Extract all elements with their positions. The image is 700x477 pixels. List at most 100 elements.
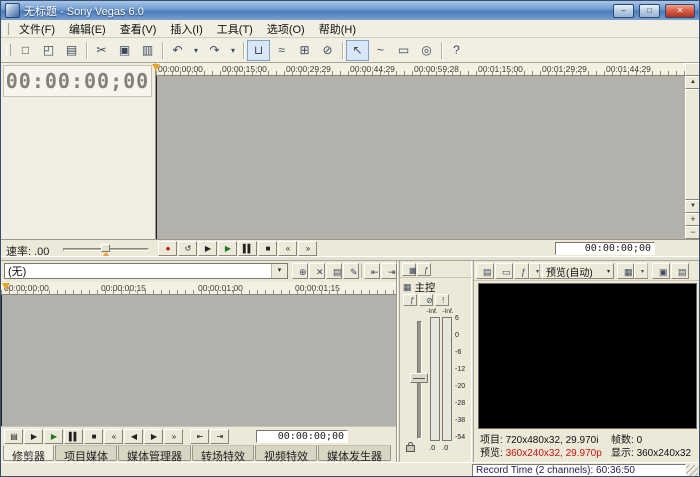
normal-edit-tool-button[interactable]: ↖: [346, 40, 369, 61]
zoom-edit-tool-button[interactable]: ◎: [415, 40, 438, 61]
copy-snapshot-button[interactable]: ▣: [652, 263, 670, 279]
timeline-area[interactable]: 00:00:00;00 00:00:15;00 00:00:29;29 00:0…: [156, 63, 685, 239]
tab-media-manager[interactable]: 媒体管理器: [118, 445, 191, 461]
copy-button[interactable]: ▣: [113, 40, 136, 61]
tab-media-generators[interactable]: 媒体发生器: [318, 445, 391, 461]
trimmer-cursor-marker[interactable]: [2, 283, 10, 290]
insert-audio-bus-button[interactable]: ▦: [402, 263, 416, 276]
maximize-button[interactable]: □: [639, 4, 660, 18]
play-button[interactable]: ▶: [218, 241, 237, 256]
trimmer-play-button[interactable]: ▶: [44, 429, 63, 444]
menu-help[interactable]: 帮助(H): [312, 19, 363, 39]
undo-dropdown-arrow[interactable]: ▾: [189, 40, 203, 61]
overlay-options-button[interactable]: ▦: [617, 263, 634, 279]
selection-end-button[interactable]: ⇥: [210, 429, 229, 444]
enable-snapping-button[interactable]: ⊔: [247, 40, 270, 61]
master-fader-handle[interactable]: [410, 373, 428, 383]
redo-dropdown-arrow[interactable]: ▾: [226, 40, 240, 61]
master-mute-button[interactable]: ⊘: [419, 294, 433, 306]
trimmer-body[interactable]: [1, 295, 396, 426]
close-button[interactable]: ✕: [665, 4, 695, 18]
menubar-grip[interactable]: [4, 23, 9, 35]
overlay-options-dropdown-arrow[interactable]: ▾: [634, 263, 648, 279]
trimmer-go-to-start-button[interactable]: «: [104, 429, 123, 444]
menu-tools[interactable]: 工具(T): [210, 19, 260, 39]
trimmer-time-display[interactable]: 00:00:00;00: [256, 430, 348, 443]
redo-button[interactable]: ↷: [203, 40, 226, 61]
transfer-selection-left-button[interactable]: ⇤: [364, 263, 380, 279]
ignore-event-grouping-button[interactable]: ⊘: [316, 40, 339, 61]
menu-insert[interactable]: 插入(I): [163, 19, 209, 39]
trimmer-pause-button[interactable]: ▌▌: [64, 429, 83, 444]
transfer-selection-right-button[interactable]: ⇥: [381, 263, 397, 279]
timeline-corner-button[interactable]: [685, 63, 700, 76]
previous-frame-button[interactable]: ◀: [124, 429, 143, 444]
track-zoom-out-button[interactable]: −: [685, 226, 700, 239]
tab-video-fx[interactable]: 视频特效: [255, 445, 317, 461]
scroll-down-button[interactable]: ▼: [685, 200, 700, 213]
tab-project-media[interactable]: 项目媒体: [55, 445, 117, 461]
timeline-ruler[interactable]: 00:00:00;00 00:00:15;00 00:00:29;29 00:0…: [156, 63, 685, 76]
whats-this-help-button[interactable]: ?: [445, 40, 468, 61]
pause-button[interactable]: ▌▌: [238, 241, 257, 256]
timecode-display[interactable]: 00:00:00;00: [3, 65, 152, 97]
master-solo-button[interactable]: !: [435, 294, 449, 306]
window-resize-grip[interactable]: [686, 465, 698, 477]
timeline-cursor-marker[interactable]: [152, 64, 160, 71]
go-to-start-button[interactable]: «: [278, 241, 297, 256]
tab-trimmer[interactable]: 修剪器: [3, 445, 54, 461]
open-project-button[interactable]: ◰: [37, 40, 60, 61]
external-monitor-button[interactable]: ▭: [495, 263, 513, 279]
selection-start-button[interactable]: ⇤: [190, 429, 209, 444]
next-frame-button[interactable]: ▶: [144, 429, 163, 444]
save-project-button[interactable]: ▤: [60, 40, 83, 61]
trimmer-go-to-end-button[interactable]: »: [164, 429, 183, 444]
save-trimmer-markers-button[interactable]: ▤: [326, 263, 342, 279]
menu-view[interactable]: 查看(V): [113, 19, 164, 39]
scroll-up-button[interactable]: ▲: [685, 76, 700, 89]
auto-ripple-button[interactable]: ≈: [270, 40, 293, 61]
save-snapshot-button[interactable]: ▤: [671, 263, 689, 279]
trimmer-ruler[interactable]: 00:00:00;00 00:00:00;15 00:00:01;00 00:0…: [1, 282, 396, 295]
preview-quality-selector[interactable]: 预览(自动) ▾: [542, 263, 614, 279]
toolbar-grip[interactable]: [6, 44, 11, 56]
cut-button[interactable]: ✂: [90, 40, 113, 61]
trimmer-play-from-start-button[interactable]: ▶: [24, 429, 43, 444]
fader-lock-icon[interactable]: [406, 445, 415, 452]
timeline-vscrollbar[interactable]: ▲ ▼ + −: [685, 63, 700, 239]
stop-button[interactable]: ■: [258, 241, 277, 256]
media-properties-button[interactable]: ⊕: [292, 263, 308, 279]
preview-label: 预览:: [480, 448, 503, 459]
track-zoom-in-button[interactable]: +: [685, 213, 700, 226]
play-from-start-button[interactable]: ▶: [198, 241, 217, 256]
loop-playback-button[interactable]: ↺: [178, 241, 197, 256]
remove-media-button[interactable]: ✕: [309, 263, 325, 279]
menu-options[interactable]: 选项(O): [260, 19, 312, 39]
menu-file[interactable]: 文件(F): [12, 19, 62, 39]
open-in-audio-editor-button[interactable]: ✎: [343, 263, 359, 279]
media-selector-arrow-icon[interactable]: ▾: [271, 264, 287, 278]
lock-envelopes-button[interactable]: ⊞: [293, 40, 316, 61]
scroll-thumb[interactable]: [685, 89, 700, 200]
trimmer-stop-button[interactable]: ■: [84, 429, 103, 444]
envelope-edit-tool-button[interactable]: ~: [369, 40, 392, 61]
go-to-end-button[interactable]: »: [298, 241, 317, 256]
video-output-fx-button[interactable]: ƒ: [514, 263, 529, 279]
record-button[interactable]: ●: [158, 241, 177, 256]
video-output-fx-dropdown-arrow[interactable]: ▾: [529, 263, 543, 279]
selection-edit-tool-button[interactable]: ▭: [392, 40, 415, 61]
trimmer-media-selector[interactable]: (无) ▾: [4, 263, 288, 279]
tab-transitions[interactable]: 转场特效: [192, 445, 254, 461]
menu-edit[interactable]: 编辑(E): [62, 19, 113, 39]
minimize-button[interactable]: –: [613, 4, 634, 18]
new-project-button[interactable]: □: [14, 40, 37, 61]
undo-button[interactable]: ↶: [166, 40, 189, 61]
master-fx-button[interactable]: ƒ: [403, 294, 417, 306]
project-video-properties-button[interactable]: ▤: [476, 263, 494, 279]
insert-assignable-fx-button[interactable]: ƒ: [417, 263, 431, 276]
cursor-time-display[interactable]: 00:00:00;00: [555, 242, 655, 255]
save-subclip-button[interactable]: ▤: [4, 429, 23, 444]
timeline-body[interactable]: [156, 76, 685, 239]
rate-slider-handle[interactable]: [101, 244, 110, 252]
paste-button[interactable]: ▥: [136, 40, 159, 61]
